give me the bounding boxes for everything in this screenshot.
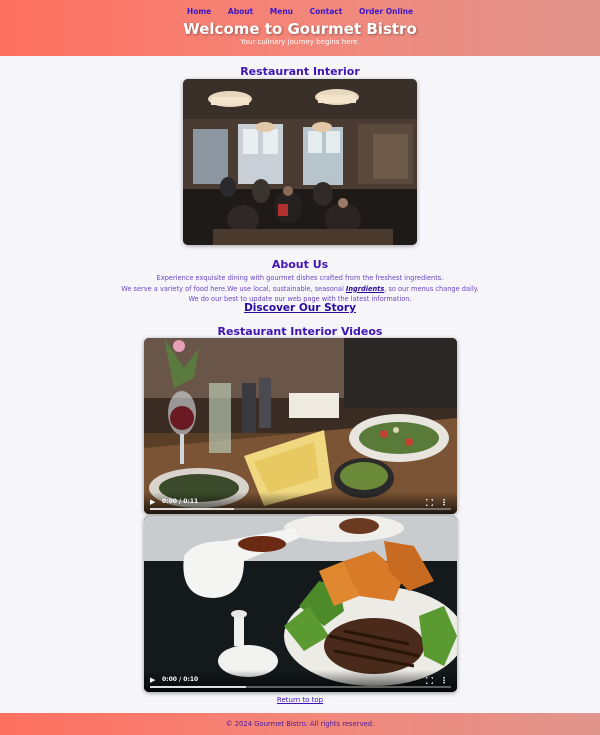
about-line-2-end: , so our menus change daily. — [384, 284, 479, 293]
video-1-controls: ▶ 0:00 / 0:11 ⋮ — [144, 492, 457, 514]
videos-section: Restaurant Interior Videos — [0, 325, 600, 338]
video-2-controls: ▶ 0:00 / 0:10 ⋮ — [144, 670, 457, 692]
discover-story-block: Discover Our Story — [0, 302, 600, 314]
nav-order-online-link[interactable]: Order Online — [359, 7, 413, 16]
play-icon[interactable]: ▶ — [150, 498, 155, 506]
footer-copyright: © 2024 Gourmet Bistro. All rights reserv… — [225, 720, 375, 728]
return-to-top-link[interactable]: Return to top — [277, 696, 323, 704]
interior-heading: Restaurant Interior — [240, 65, 360, 78]
main-nav: Home About Menu Contact Order Online — [0, 0, 600, 17]
fullscreen-icon[interactable] — [426, 677, 433, 684]
video-1-time: 0:00 / 0:11 — [162, 498, 199, 505]
video-1-progress-bar[interactable] — [150, 508, 451, 510]
about-line-2: We serve a variety of food here.We use l… — [0, 284, 600, 295]
more-options-icon[interactable]: ⋮ — [440, 677, 448, 685]
video-1-progress-fill — [150, 508, 235, 510]
about-heading: About Us — [271, 258, 329, 271]
discover-story-link[interactable]: Discover Our Story — [244, 302, 356, 314]
about-section: About Us Experience exquisite dining wit… — [0, 258, 600, 305]
nav-contact-link[interactable]: Contact — [310, 7, 343, 16]
about-line-1: Experience exquisite dining with gourmet… — [156, 274, 444, 282]
interior-section: Restaurant Interior — [0, 65, 600, 78]
videos-heading: Restaurant Interior Videos — [217, 325, 383, 338]
restaurant-interior-image — [183, 79, 417, 245]
site-title: Welcome to Gourmet Bistro — [183, 20, 417, 38]
about-line-2-start: We serve a variety of food here.We use l… — [121, 284, 346, 293]
play-icon[interactable]: ▶ — [150, 676, 155, 684]
about-text: Experience exquisite dining with gourmet… — [0, 273, 600, 305]
video-player-2[interactable]: ▶ 0:00 / 0:10 ⋮ — [144, 516, 457, 692]
nav-menu-link[interactable]: Menu — [270, 7, 293, 16]
video-2-progress-fill — [150, 686, 247, 688]
return-top-block: Return to top — [0, 696, 600, 704]
site-tagline: Your culinary journey begins here. — [240, 38, 360, 46]
fullscreen-icon[interactable] — [426, 499, 433, 506]
video-player-1[interactable]: ▶ 0:00 / 0:11 ⋮ — [144, 338, 457, 514]
site-footer: © 2024 Gourmet Bistro. All rights reserv… — [0, 713, 600, 735]
video-2-time: 0:00 / 0:10 — [162, 676, 199, 683]
nav-about-link[interactable]: About — [228, 7, 253, 16]
video-2-progress-bar[interactable] — [150, 686, 451, 688]
more-options-icon[interactable]: ⋮ — [440, 499, 448, 507]
ingredients-link[interactable]: Ingrdients — [346, 285, 384, 293]
site-header: Home About Menu Contact Order Online Wel… — [0, 0, 600, 56]
nav-home-link[interactable]: Home — [187, 7, 211, 16]
